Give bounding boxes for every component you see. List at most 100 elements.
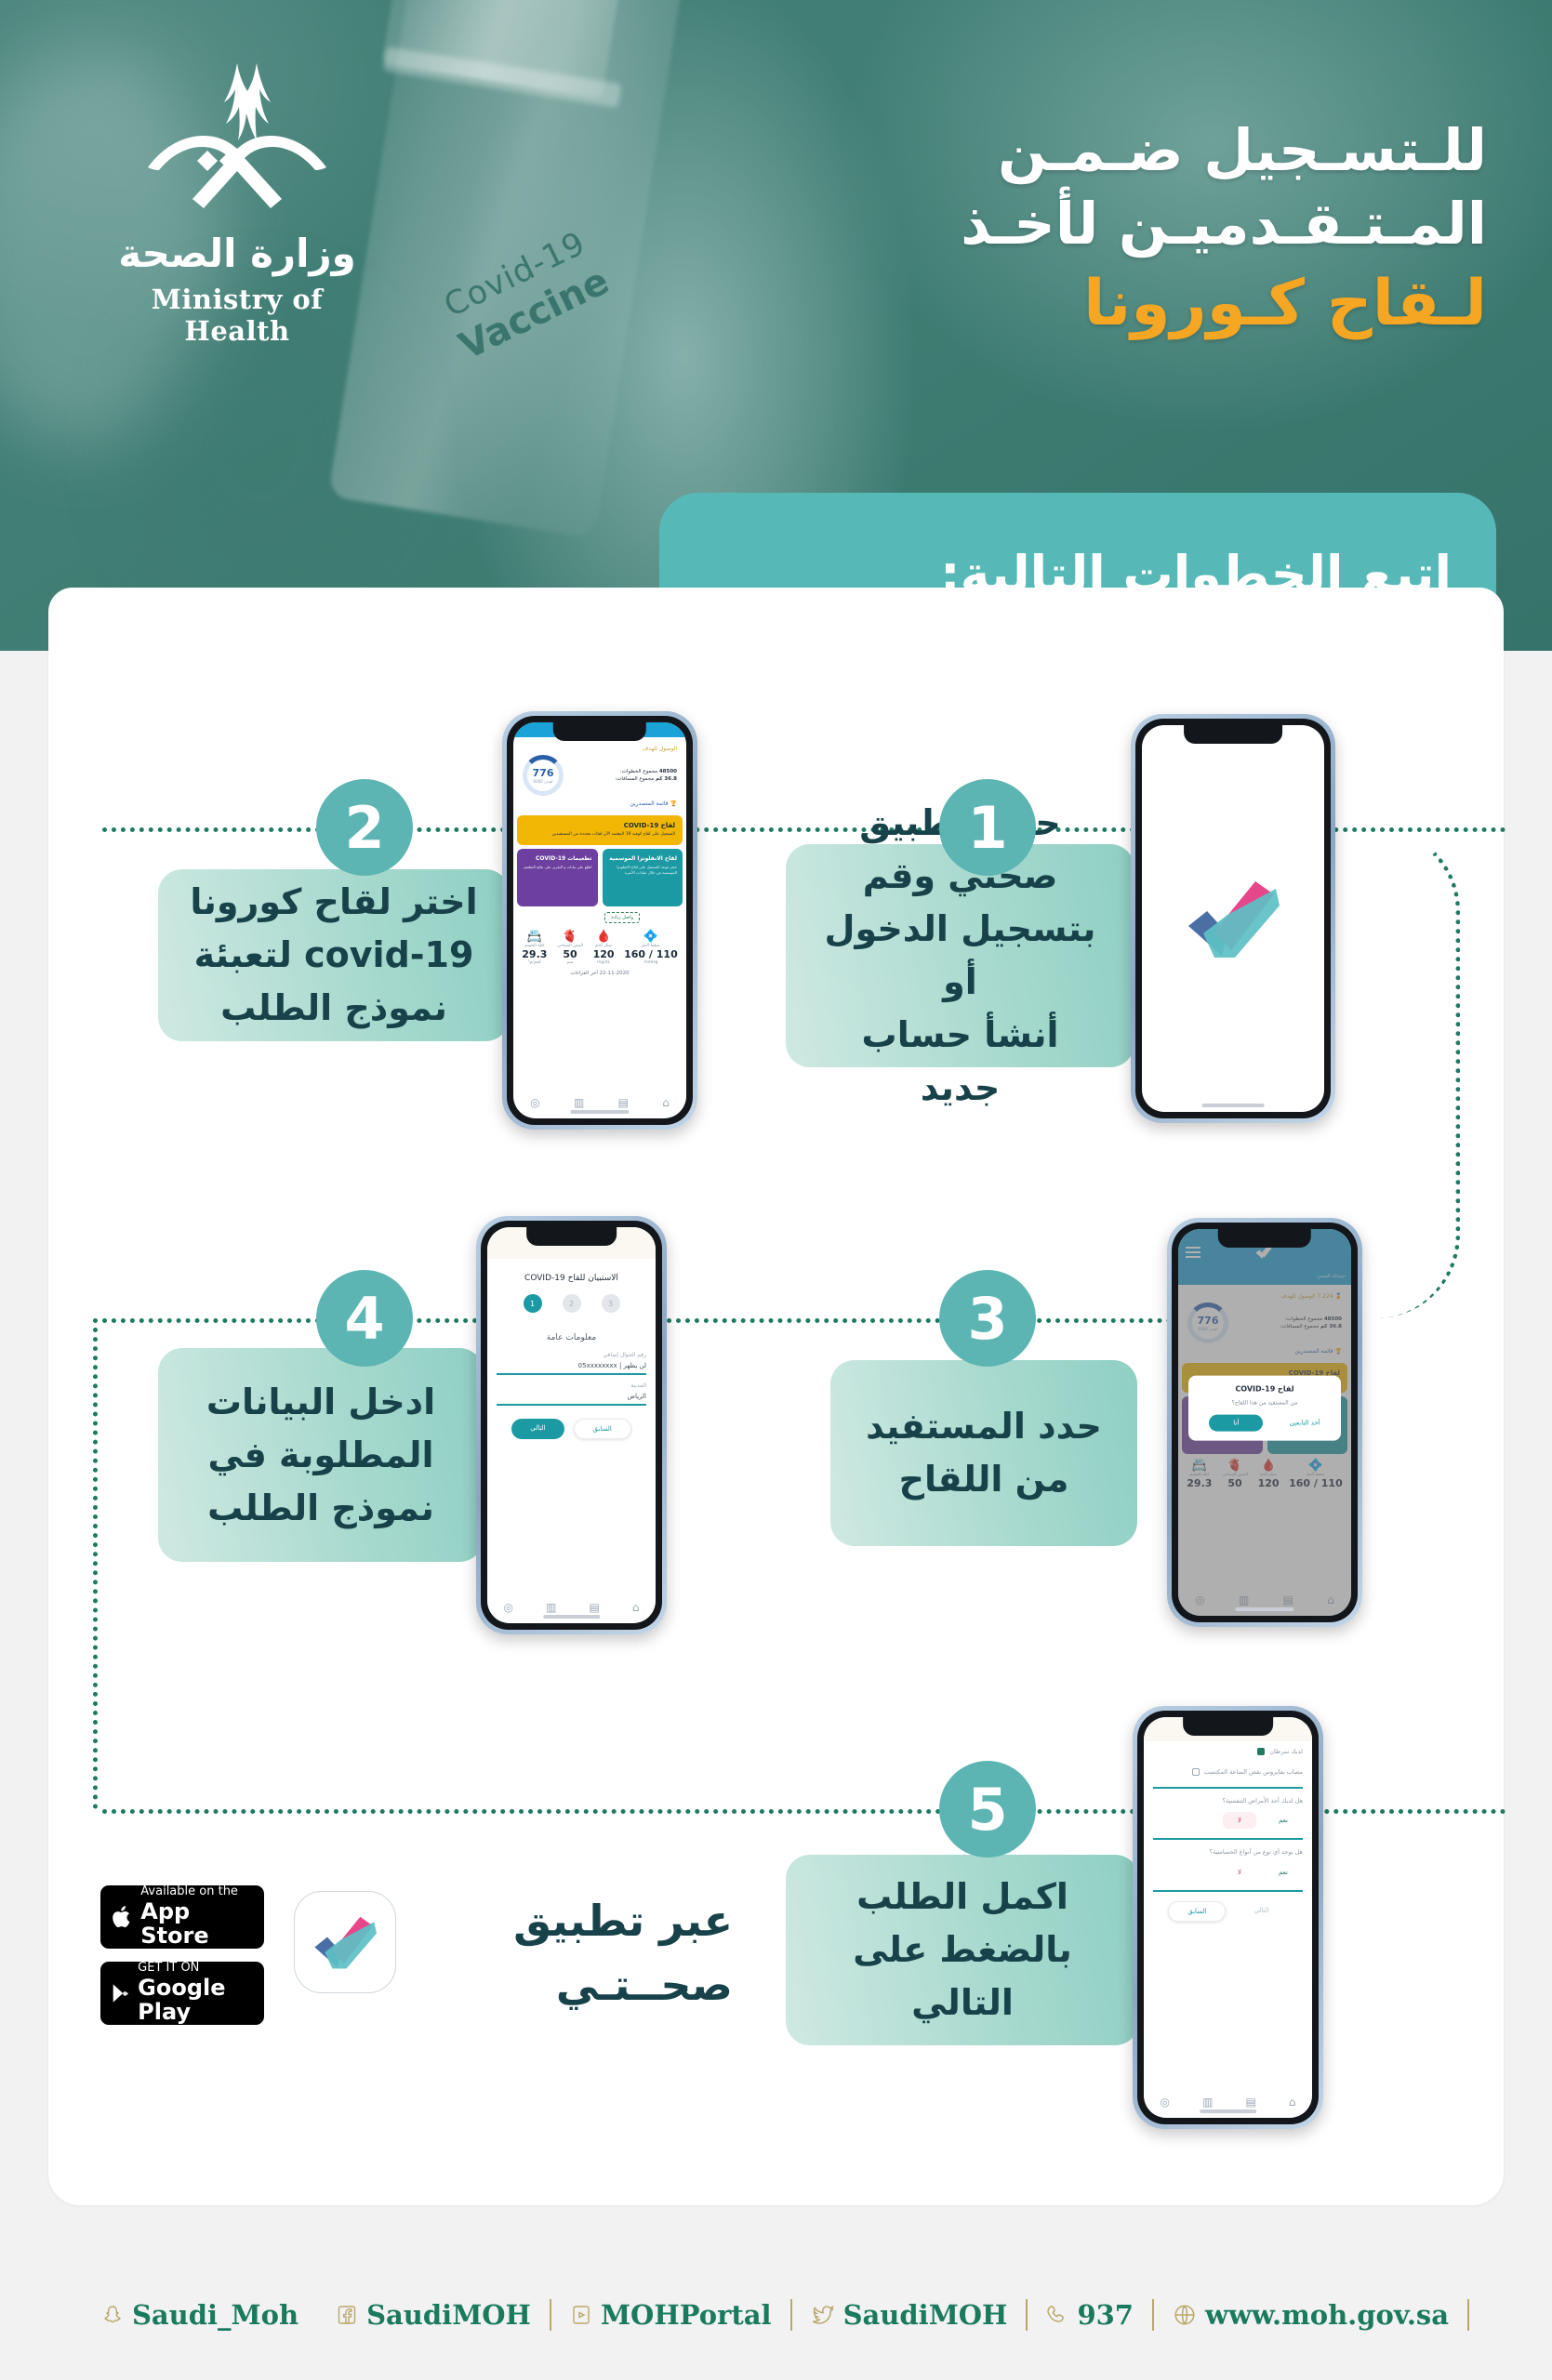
question-2-yes[interactable]: نعم [1264, 1864, 1303, 1881]
beneficiary-dialog: لقاح COVID-19 من المستفيد من هذا اللقاح؟… [1188, 1375, 1341, 1441]
step-text-card-5: اكمل الطلب بالضغط على التالي [786, 1855, 1139, 2045]
snapchat-icon [101, 2304, 124, 2326]
phone-mockup-1 [1131, 714, 1335, 1123]
footer-item-phone[interactable]: 937 [1028, 2299, 1154, 2331]
step-text-5: اكمل الطلب بالضغط على التالي [853, 1876, 1072, 2023]
moh-logo-arabic: وزارة الصحة [118, 231, 356, 276]
step-text-4: ادخل البيانات المطلوبة في نموذج الطلب [206, 1381, 436, 1528]
question-2-no[interactable]: لا [1223, 1864, 1256, 1881]
ring-unit: أهدف 6000 [533, 779, 553, 784]
question-1-no[interactable]: لا [1223, 1812, 1257, 1830]
phone-notch [525, 1227, 617, 1246]
questions-prev-button[interactable]: السابق [1168, 1900, 1227, 1922]
bottom-nav[interactable]: ⌂ ▤ ▥ ◎ [1144, 2096, 1312, 2109]
field-value: لن يظهر | 05xxxxxxxx [577, 1362, 646, 1369]
covid-vaccinations-tile[interactable]: تطعيمات COVID-19 اطلع على بيانات و التقر… [517, 848, 598, 906]
tile-purple-sub: اطلع على بيانات و التقرير على نتائج التط… [524, 864, 592, 869]
nav-calendar-icon[interactable]: ▥ [1202, 2096, 1213, 2109]
footer-item-facebook[interactable]: SaudiMOH [317, 2299, 551, 2331]
step-badge-1: 1 [939, 779, 1036, 876]
questions-next-button[interactable]: التالي [1235, 1901, 1287, 1922]
field-value: الرياض [627, 1393, 646, 1400]
footer-item-youtube[interactable]: MOHPortal [551, 2299, 792, 2331]
nav-profile-icon[interactable]: ◎ [530, 1096, 539, 1109]
step-number-2: 2 [344, 793, 385, 862]
covid-vaccine-banner[interactable]: لقاح COVID-19 التسجيل على لقاح كوفيد 19 … [517, 815, 683, 845]
step-text-3: حدد المستفيد من اللقاح [866, 1406, 1102, 1500]
appstore-big-label: App Store [140, 1897, 209, 1950]
footer-item-website[interactable]: www.moh.gov.sa [1154, 2299, 1470, 2331]
nav-calendar-icon[interactable]: ▥ [574, 1096, 584, 1109]
form-step-2[interactable]: 2 [562, 1294, 581, 1313]
facebook-icon [336, 2304, 358, 2326]
stamp-badge: واصل زيادة [604, 911, 640, 923]
phone-home-indicator [542, 1615, 601, 1619]
footer-item-twitter[interactable]: SaudiMOH [792, 2299, 1028, 2331]
field-label: المدينة [630, 1382, 646, 1389]
appstore-badge[interactable]: Available on the App Store [100, 1885, 264, 1949]
nav-home-icon[interactable]: ⌂ [662, 1096, 670, 1109]
phone-home-indicator [570, 1110, 630, 1114]
page-title: للـتسـجيل ضـمـن المـتـقـدميـن لأخـذ لـقا… [594, 113, 1487, 344]
google-play-icon [113, 1984, 128, 2003]
phone-home-indicator [1199, 2109, 1257, 2113]
nav-calendar-icon[interactable]: ▥ [546, 1601, 556, 1614]
nav-profile-icon[interactable]: ◎ [504, 1601, 513, 1614]
nav-home-icon[interactable]: ⌂ [632, 1601, 640, 1614]
footer-label-snapchat: Saudi_Moh [131, 2299, 299, 2331]
question-row-2: هل يوجد أي نوع من أنواع الحساسية؟ نعم لا [1153, 1840, 1303, 1892]
phone-number-field[interactable]: رقم الجوال إضافي لن يظهر | 05xxxxxxxx [497, 1352, 646, 1375]
bottom-nav[interactable]: ⌂ ▤ ▥ ◎ [513, 1096, 686, 1109]
footer-label-twitter: SaudiMOH [842, 2299, 1008, 2331]
footer-contacts: www.moh.gov.sa 937 SaudiMOH MOHPortal Sa… [0, 2250, 1552, 2380]
form-prev-button[interactable]: السابق [573, 1419, 631, 1439]
banner-sub: التسجيل على لقاح كوفيد 19 المعتمد الآن ل… [551, 832, 676, 837]
vital-item: 🫀 النبض الصباحي 50 سم [556, 929, 584, 965]
flu-vaccine-tile[interactable]: لقاح الانفلونزا الموسمية حجز موعد التسجي… [602, 848, 683, 906]
city-field[interactable]: المدينة الرياض [497, 1382, 646, 1406]
form-step-1[interactable]: 1 [523, 1294, 542, 1313]
dialog-secondary-button[interactable]: أحد التابعين [1289, 1420, 1320, 1427]
connector-line-2 [102, 1318, 1320, 1323]
nav-home-icon[interactable]: ⌂ [1289, 2096, 1296, 2109]
form-next-button[interactable]: التالي [511, 1419, 564, 1439]
steps-value: 48500 [658, 769, 677, 774]
nav-profile-icon[interactable]: ◎ [1161, 2096, 1170, 2109]
step-number-5: 5 [967, 1775, 1008, 1844]
step-text-2: اختر لقاح كورونا covid-19 لتعبئة نموذج ا… [190, 881, 478, 1028]
form-title: الاستبيان للقاح COVID-19 [524, 1274, 618, 1283]
hiv-checkbox-row[interactable]: مصاب بفايروس نقص المناعة المكتسب [1153, 1762, 1303, 1782]
phone-mockup-5: لديك سرطان مصاب بفايروس نقص المناعة المك… [1133, 1706, 1323, 2129]
store-caption: عبر تطبيق صحــتـي [513, 1889, 733, 2017]
globe-icon [1173, 2303, 1197, 2327]
twitter-icon [811, 2303, 835, 2327]
saudi-emblem-icon [148, 63, 326, 208]
nav-card-icon[interactable]: ▤ [618, 1096, 629, 1109]
tile-teal-title: لقاح الانفلونزا الموسمية [609, 854, 677, 862]
question-1-yes[interactable]: نعم [1264, 1812, 1303, 1829]
checkbox-icon[interactable] [1257, 1748, 1266, 1755]
nav-card-icon[interactable]: ▤ [589, 1601, 599, 1614]
checkbox-2-label: مصاب بفايروس نقص المناعة المكتسب [1203, 1768, 1303, 1777]
googleplay-small-label: GET IT ON [138, 1961, 200, 1976]
footer-item-snapchat[interactable]: Saudi_Moh [83, 2299, 317, 2331]
form-step-indicator: 3 2 1 [487, 1289, 656, 1324]
bottom-nav[interactable]: ⌂ ▤ ▥ ◎ [487, 1601, 656, 1614]
banner-title: لقاح COVID-19 [623, 822, 675, 829]
phone-notch [1182, 1717, 1274, 1736]
dialog-question: من المستفيد من هذا اللقاح؟ [1231, 1399, 1298, 1407]
step-number-1: 1 [967, 793, 1008, 862]
panel-bottom-edge [48, 2174, 1504, 2205]
googleplay-badge[interactable]: GET IT ON Google Play [100, 1962, 264, 2025]
sehhaty-app-icon [294, 1891, 396, 1993]
nav-card-icon[interactable]: ▤ [1245, 2096, 1255, 2109]
apple-icon [113, 1906, 130, 1927]
phone-mockup-3: حسابك الصحي 🏅 7.224 الوصول للهدف 48500 م… [1167, 1218, 1362, 1627]
header-hero: Covid-19 Vaccine وزارة الصحة Ministry of… [0, 0, 1552, 651]
cancer-checkbox-row[interactable]: لديك سرطان [1153, 1741, 1303, 1762]
phone-mockup-2: الوصول للهدف 48500 مجموع الخطوات: 36.8 ك… [502, 711, 697, 1130]
dialog-primary-button[interactable]: أنا [1209, 1414, 1264, 1432]
checkbox-icon[interactable] [1191, 1768, 1200, 1777]
form-step-3[interactable]: 3 [601, 1294, 620, 1313]
leaderboard-link[interactable]: 🏆 قائمة المتصدرين [523, 800, 677, 807]
